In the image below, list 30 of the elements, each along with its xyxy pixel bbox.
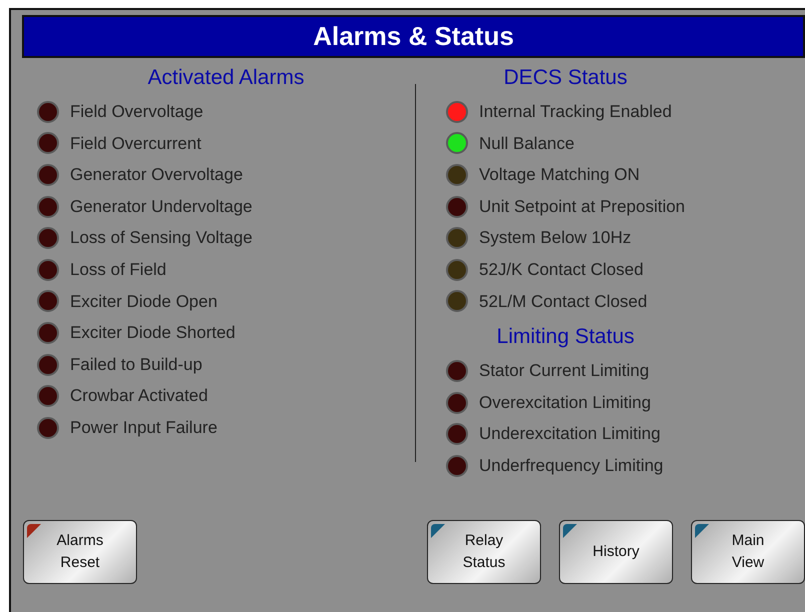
status-label: 52L/M Contact Closed [479, 290, 648, 313]
status-label: Underexcitation Limiting [479, 423, 660, 446]
nav-button[interactable]: Main View [691, 520, 805, 584]
status-label: Generator Undervoltage [70, 196, 252, 218]
status-label: Underfrequency Limiting [479, 454, 664, 477]
nav-button[interactable]: Alarms Reset [23, 520, 137, 584]
status-label: Stator Current Limiting [479, 360, 650, 382]
status-label: Generator Overvoltage [70, 164, 243, 186]
status-label: Power Input Failure [70, 416, 218, 439]
status-label: Crowbar Activated [70, 385, 208, 408]
section-heading: Activated Alarms [146, 65, 306, 91]
status-label: Exciter Diode Shorted [70, 322, 236, 344]
status-label: Loss of Sensing Voltage [70, 227, 252, 250]
section-heading: DECS Status [502, 65, 628, 91]
status-label: System Below 10Hz [479, 227, 632, 250]
status-label: Internal Tracking Enabled [479, 101, 672, 124]
nav-button[interactable]: Relay Status [427, 520, 541, 584]
status-label: 52J/K Contact Closed [479, 259, 644, 282]
status-label: Loss of Field [70, 259, 166, 282]
nav-button[interactable]: History [559, 520, 673, 584]
status-label: Failed to Build-up [70, 354, 202, 376]
status-label: Exciter Diode Open [70, 290, 218, 313]
status-label: Null Balance [479, 132, 574, 155]
status-label: Field Overcurrent [70, 132, 202, 155]
status-label: Field Overvoltage [70, 101, 204, 124]
status-label: Overexcitation Limiting [479, 392, 651, 414]
status-label: Voltage Matching ON [479, 164, 640, 186]
status-label: Unit Setpoint at Preposition [479, 196, 686, 218]
window-title: Alarms & Status [22, 15, 805, 58]
section-heading: Limiting Status [496, 324, 636, 350]
